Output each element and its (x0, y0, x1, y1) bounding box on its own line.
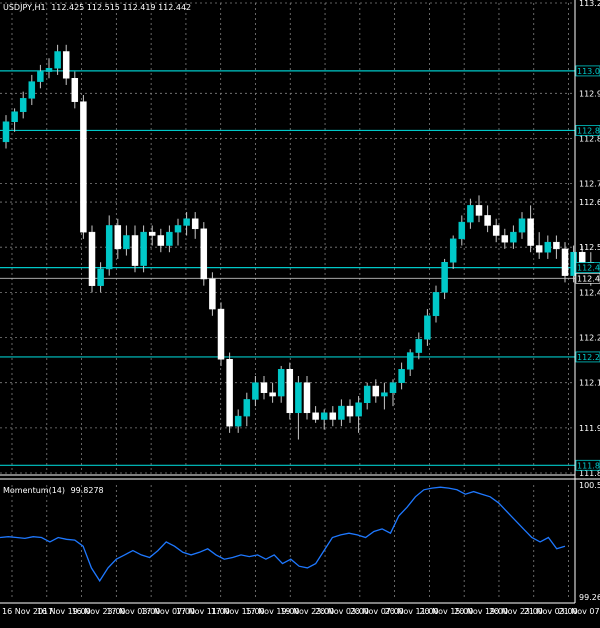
level-label: 111.883 (577, 461, 600, 470)
bear-candle-body (561, 248, 569, 276)
bull-candle-body (510, 231, 517, 243)
bull-candle-body (28, 81, 36, 99)
bull-candle-body (467, 205, 474, 223)
bear-candle-body (329, 412, 337, 420)
level-label: 112.207 (577, 353, 600, 362)
bear-candle-body (114, 225, 122, 250)
price-tick-label: 112.995 (579, 89, 600, 98)
bull-candle-body (432, 292, 440, 317)
price-tick-label: 112.670 (579, 198, 600, 207)
bear-candle-body (148, 231, 156, 236)
bull-candle-body (518, 218, 526, 233)
bear-candle-body (484, 215, 491, 226)
bear-candle-body (372, 385, 380, 397)
bull-candle-body (458, 221, 466, 240)
bull-candle-body (277, 369, 285, 397)
bear-candle-body (191, 218, 199, 230)
bull-candle-body (140, 231, 147, 266)
level-label: 113.062 (577, 67, 600, 76)
indicator-value: 99.8278 (71, 486, 104, 495)
level-label: 112.884 (577, 126, 600, 135)
bear-candle-body (62, 51, 70, 79)
current-price-label: 112.442 (577, 274, 600, 283)
bull-candle-body (320, 412, 328, 420)
price-tick-label: 113.265 (579, 0, 600, 8)
ohlc-readout: 112.425 112.515 112.419 112.442 (51, 3, 191, 12)
bear-candle-body (346, 405, 354, 417)
bear-candle-body (157, 235, 165, 246)
bull-candle-body (97, 268, 104, 286)
bull-candle-body (11, 111, 18, 123)
bull-candle-body (295, 382, 302, 414)
bull-candle-body (37, 71, 44, 82)
indicator-header: Momentum(14) 99.8278 (3, 486, 104, 495)
chart-background (0, 0, 600, 628)
chart-header: USDJPY,H1 112.425 112.515 112.419 112.44… (3, 3, 191, 12)
bear-candle-body (286, 369, 294, 414)
time-axis-labels: 16 Nov 201716 Nov 19:0016 Nov 23:0017 No… (2, 607, 600, 616)
bear-candle-body (312, 412, 319, 420)
chart-canvas: 113.265112.995112.860112.725112.670112.5… (0, 0, 600, 628)
bull-candle-body (389, 382, 397, 393)
bear-candle-body (80, 101, 87, 233)
bear-candle-body (492, 225, 500, 236)
bull-candle-body (252, 382, 259, 400)
bull-candle-body (166, 231, 173, 246)
level-label: 112.474 (577, 264, 600, 273)
price-tick-label: 112.130 (579, 379, 600, 388)
bull-candle-body (19, 98, 27, 112)
bear-candle-body (527, 218, 534, 246)
bull-candle-body (398, 369, 405, 383)
bear-candle-body (226, 359, 233, 427)
bull-candle-body (183, 218, 190, 226)
symbol-label: USDJPY,H1 (3, 3, 46, 12)
bull-candle-body (123, 235, 130, 250)
bull-candle-body (105, 225, 113, 270)
bull-candle-body (424, 315, 431, 340)
price-tick-label: 112.265 (579, 334, 600, 343)
indicator-name: Momentum(14) (3, 486, 65, 495)
bull-candle-body (441, 262, 448, 293)
bull-candle-body (174, 225, 182, 233)
price-tick-label: 112.535 (579, 243, 600, 252)
bear-candle-body (260, 382, 268, 393)
bull-candle-body (449, 238, 457, 263)
bear-candle-body (553, 241, 560, 250)
bear-candle-body (269, 392, 276, 397)
bull-candle-body (45, 67, 53, 72)
momentum-tick-label: 100.5558 (579, 481, 600, 490)
bear-candle-body (217, 308, 225, 360)
bear-candle-body (578, 251, 586, 263)
bull-candle-body (406, 352, 414, 370)
bull-candle-body (544, 241, 552, 253)
momentum-tick-label: 99.2645 (579, 593, 600, 602)
price-tick-label: 111.995 (579, 424, 600, 433)
bull-candle-body (363, 385, 371, 404)
bull-candle-body (243, 399, 251, 417)
bear-candle-body (88, 231, 96, 286)
bull-candle-body (2, 121, 10, 143)
bear-candle-body (501, 235, 509, 243)
bull-candle-body (234, 415, 242, 427)
price-tick-label: 112.400 (579, 288, 600, 297)
bear-candle-body (535, 245, 543, 253)
bear-candle-body (303, 382, 311, 414)
bull-candle-body (355, 402, 362, 417)
bull-candle-body (415, 338, 423, 353)
bull-candle-body (381, 392, 388, 397)
time-tick-label: 21 Nov 07:00 (559, 607, 600, 616)
bull-candle-body (54, 51, 61, 69)
bear-candle-body (131, 235, 139, 266)
bear-candle-body (209, 278, 216, 310)
bear-candle-body (200, 228, 208, 280)
price-tick-label: 112.725 (579, 180, 600, 189)
bear-candle-body (475, 205, 483, 216)
bull-candle-body (338, 405, 345, 420)
bear-candle-body (71, 78, 79, 102)
